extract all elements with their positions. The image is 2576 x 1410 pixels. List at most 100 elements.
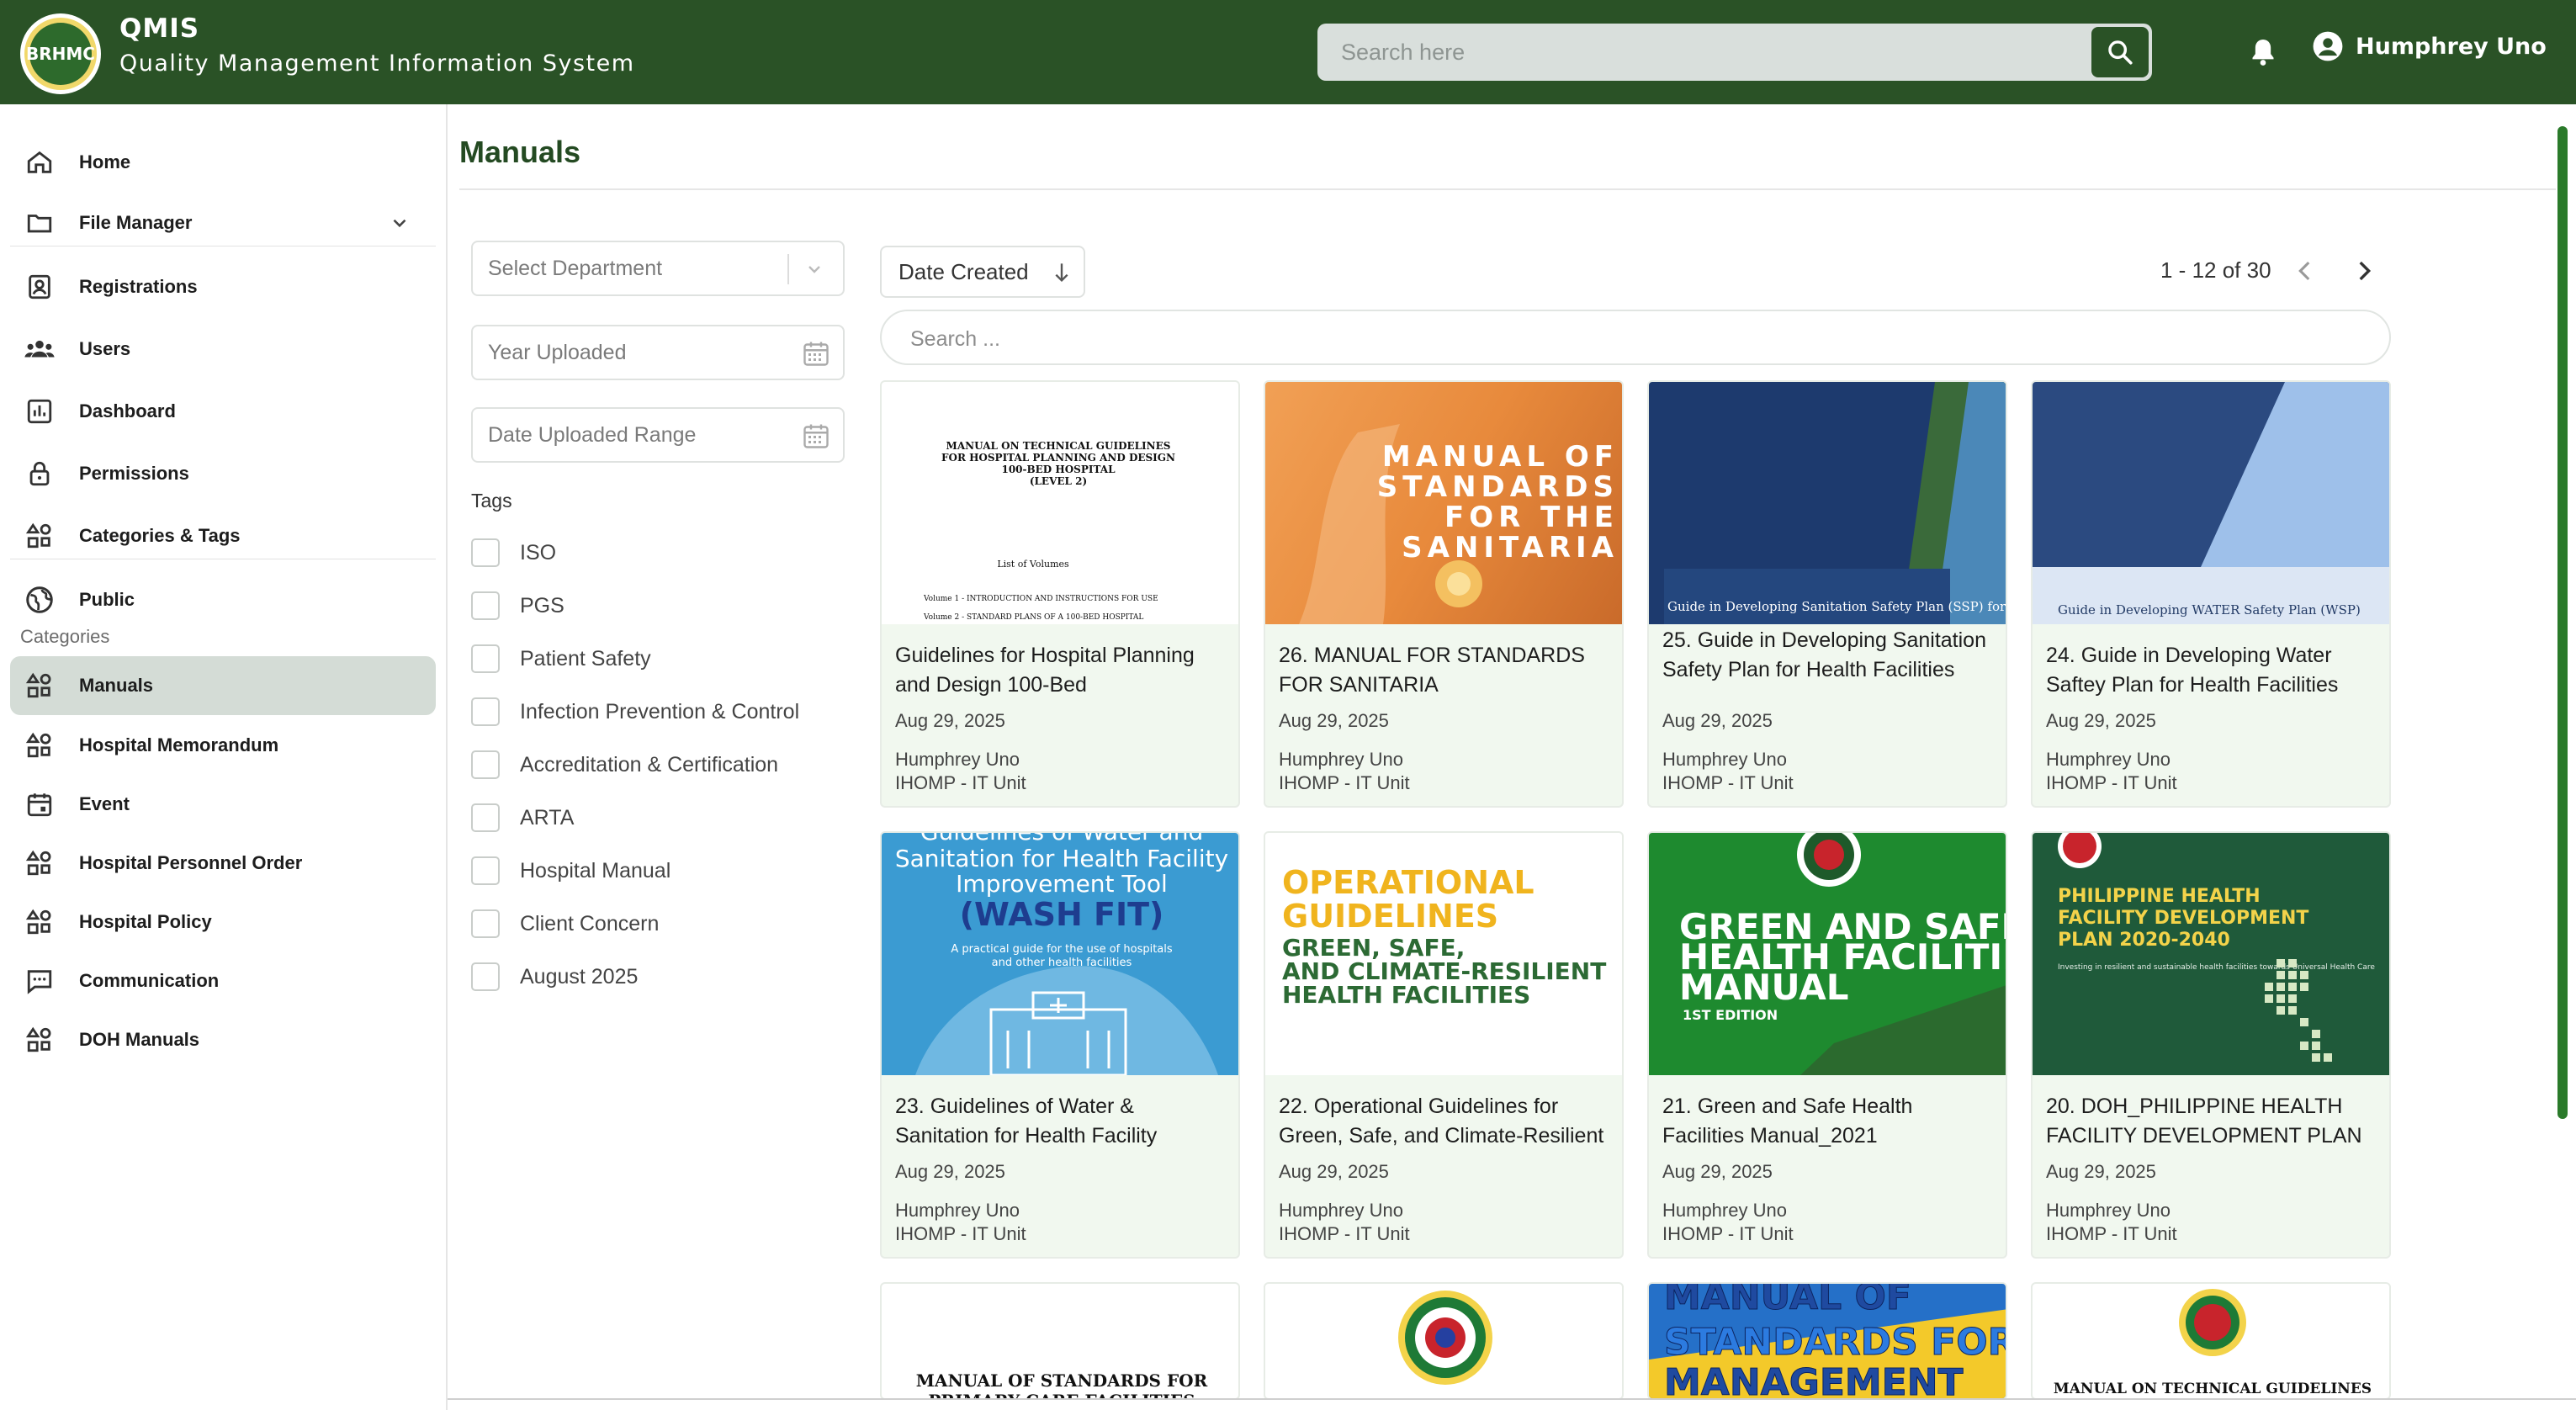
checkbox[interactable] (471, 856, 500, 885)
sidebar-item-permissions[interactable]: Permissions (10, 444, 436, 503)
sidebar-item-manuals[interactable]: Manuals (10, 656, 436, 715)
tag-checkbox[interactable]: Accreditation & Certification (471, 749, 778, 781)
manual-card[interactable]: MANUAL ON TECHNICAL GUIDELINES (2031, 1282, 2391, 1400)
sidebar-item-doh-manuals[interactable]: DOH Manuals (10, 1010, 436, 1069)
tag-label: ARTA (520, 805, 575, 830)
tag-checkbox[interactable]: Client Concern (471, 908, 659, 940)
svg-text:MANUAL ON TECHNICAL GUIDELINES: MANUAL ON TECHNICAL GUIDELINES (2054, 1381, 2372, 1397)
manual-card[interactable]: MANUAL OF STANDARDS FOR MANAGEMENT (1647, 1282, 2007, 1400)
manual-card[interactable]: Guide in Developing Sanitation Safety Pl… (1647, 380, 2007, 808)
checkbox[interactable] (471, 803, 500, 832)
card-title: Guidelines for Hospital Planning and Des… (895, 644, 1195, 697)
categories-heading: Categories (20, 626, 110, 647)
manual-card[interactable]: MANUAL ON TECHNICAL GUIDELINES FOR HOSPI… (880, 380, 1240, 808)
tag-checkbox[interactable]: ISO (471, 537, 556, 569)
checkbox[interactable] (471, 750, 500, 779)
card-title: 20. DOH_PHILIPPINE HEALTH FACILITY DEVEL… (2046, 1095, 2362, 1148)
chevron-down-icon[interactable] (389, 212, 411, 234)
page-scrollbar[interactable] (2557, 126, 2568, 1119)
sidebar-item-dashboard[interactable]: Dashboard (10, 382, 436, 441)
sidebar-item-label: Permissions (79, 463, 189, 484)
date-uploaded-range-picker[interactable]: Date Uploaded Range (471, 407, 845, 463)
card-title: 21. Green and Safe Health Facilities Man… (1662, 1095, 1913, 1148)
card-author: Humphrey Uno (895, 1200, 1020, 1221)
svg-text:SANITARIA: SANITARIA (1402, 531, 1619, 565)
search-button[interactable] (2091, 27, 2149, 77)
manual-card[interactable]: MANUAL OF STANDARDS FOR THE SANITARIA 26… (1264, 380, 1624, 808)
doh-seal (1398, 1291, 1492, 1385)
tag-checkbox[interactable]: August 2025 (471, 961, 638, 993)
sidebar-item-categories-tags[interactable]: Categories & Tags (10, 506, 436, 565)
tag-checkbox[interactable]: Patient Safety (471, 643, 651, 675)
divider (448, 1398, 2576, 1400)
year-uploaded-picker[interactable]: Year Uploaded (471, 325, 845, 380)
sidebar-item-communication[interactable]: Communication (10, 951, 436, 1010)
card-thumbnail: OPERATIONAL GUIDELINES GREEN, SAFE, AND … (1265, 833, 1622, 1075)
checkbox[interactable] (471, 909, 500, 938)
card-author: Humphrey Uno (1279, 749, 1403, 770)
svg-text:STANDARDS: STANDARDS (1377, 470, 1619, 504)
svg-text:HEALTH FACILITIES: HEALTH FACILITIES (1282, 981, 1530, 1009)
users-icon (22, 331, 57, 367)
checkbox[interactable] (471, 538, 500, 567)
document-cover: MANUAL OF STANDARDS FOR THE SANITARIA (1299, 424, 1619, 624)
card-unit: IHOMP - IT Unit (1279, 1223, 1410, 1244)
search-icon (2108, 40, 2133, 65)
sidebar-item-hospital-policy[interactable]: Hospital Policy (10, 893, 436, 951)
tag-checkbox[interactable]: PGS (471, 590, 564, 622)
sidebar-item-file-manager[interactable]: File Manager (10, 193, 436, 252)
user-name: Humphrey Uno (2356, 33, 2547, 60)
svg-text:Improvement Tool: Improvement Tool (956, 870, 1168, 898)
sidebar-item-registrations[interactable]: Registrations (10, 257, 436, 316)
card-title: 26. MANUAL FOR STANDARDS FOR SANITARIA (1279, 644, 1585, 697)
tag-checkbox[interactable]: Infection Prevention & Control (471, 696, 799, 728)
sidebar-item-public[interactable]: Public (10, 570, 436, 629)
checkbox[interactable] (471, 591, 500, 620)
checkbox[interactable] (471, 644, 500, 673)
grid-search-input[interactable] (910, 321, 2340, 357)
category-icon (22, 1022, 57, 1058)
grid-search (880, 310, 2391, 365)
user-menu[interactable]: Humphrey Uno (2312, 30, 2547, 62)
svg-text:Sanitation for Health Facility: Sanitation for Health Facility (895, 845, 1228, 872)
sidebar-item-home[interactable]: Home (10, 133, 436, 192)
checkbox[interactable] (471, 962, 500, 991)
card-thumbnail: Guide in Developing WATER Safety Plan (W… (2033, 382, 2389, 624)
sidebar-item-event[interactable]: Event (10, 775, 436, 834)
card-date: Aug 29, 2025 (1662, 1161, 1773, 1182)
manual-card[interactable]: OPERATIONAL GUIDELINES GREEN, SAFE, AND … (1264, 831, 1624, 1259)
category-icon (22, 668, 57, 703)
card-date: Aug 29, 2025 (2046, 1161, 2156, 1182)
card-title: 25. Guide in Developing Sanitation Safet… (1662, 628, 1986, 681)
manual-card[interactable]: GREEN AND SAFE HEALTH FACILITIES MANUAL … (1647, 831, 2007, 1259)
tag-checkbox[interactable]: Hospital Manual (471, 855, 671, 887)
sort-button[interactable]: Date Created (880, 246, 1085, 298)
department-select[interactable]: Select Department (471, 241, 845, 296)
manual-card[interactable]: MANUAL OF STANDARDS FOR PRIMARY CARE FAC… (880, 1282, 1240, 1400)
card-title: 23. Guidelines of Water & Sanitation for… (895, 1095, 1158, 1148)
checkbox[interactable] (471, 697, 500, 726)
tag-checkbox[interactable]: ARTA (471, 802, 574, 834)
manual-card[interactable]: Guidelines of Water and Sanitation for H… (880, 831, 1240, 1259)
svg-text:List of Volumes: List of Volumes (997, 559, 1069, 570)
svg-text:FOR THE: FOR THE (1444, 501, 1619, 534)
sidebar-item-hospital-memorandum[interactable]: Hospital Memorandum (10, 716, 436, 775)
tag-label: Client Concern (520, 911, 660, 936)
next-page-button[interactable] (2345, 252, 2383, 289)
pagination-label: 1 - 12 of 30 (2160, 257, 2271, 283)
sidebar-item-hospital-personnel-order[interactable]: Hospital Personnel Order (10, 834, 436, 893)
notification-bell-icon[interactable] (2246, 34, 2280, 71)
card-thumbnail: MANUAL ON TECHNICAL GUIDELINES FOR HOSPI… (882, 382, 1238, 624)
svg-text:PLAN 2020-2040: PLAN 2020-2040 (2058, 930, 2230, 951)
svg-text:MANUAL OF: MANUAL OF (1382, 440, 1619, 474)
chat-icon (22, 963, 57, 999)
global-search-input[interactable] (1341, 34, 2081, 71)
manual-card[interactable]: Guide in Developing WATER Safety Plan (W… (2031, 380, 2391, 808)
svg-text:MANUAL OF: MANUAL OF (1664, 1284, 1911, 1318)
previous-page-button[interactable] (2287, 252, 2324, 289)
logo[interactable]: BRHMC (20, 13, 101, 94)
sidebar-item-users[interactable]: Users (10, 320, 436, 379)
global-search (1317, 24, 2152, 81)
manual-card[interactable]: PHILIPPINE HEALTH FACILITY DEVELOPMENT P… (2031, 831, 2391, 1259)
manual-card[interactable] (1264, 1282, 1624, 1400)
